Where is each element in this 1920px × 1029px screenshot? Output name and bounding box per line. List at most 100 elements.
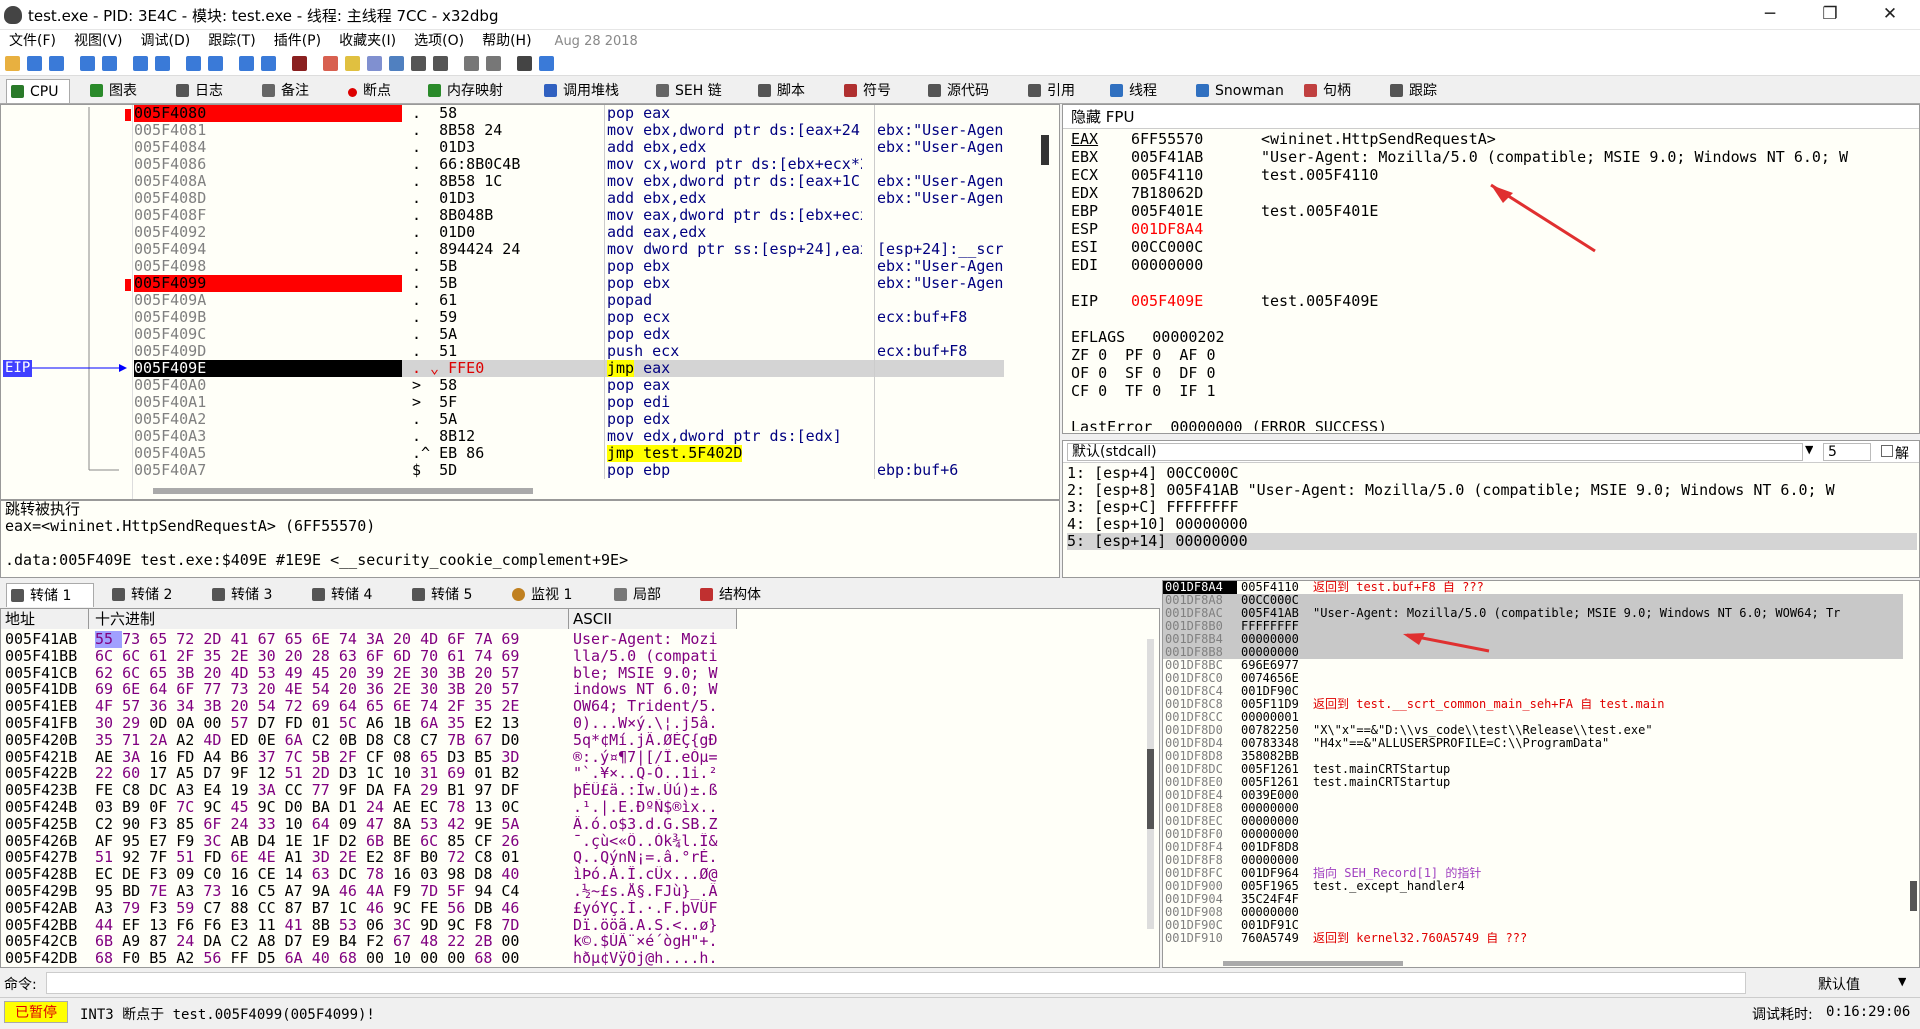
dump-row[interactable]: 005F427B 51 92 7F 51 FD 6E 4E A1 3D 2E E2… [1, 849, 741, 866]
dump-ascii[interactable]: Dï.ööã.A.S.<..ø} [573, 917, 718, 934]
disasm-row[interactable]: 005F4081 . 8B58 24 mov ebx,dword ptr ds:[e… [134, 122, 1004, 139]
disasm-row[interactable]: 005F4086 . 66:8B0C4B mov cx,word ptr ds:[e… [134, 156, 1004, 173]
stack-hscroll[interactable] [1223, 961, 1403, 966]
dump-row[interactable]: 005F42DB 68 F0 B5 A2 56 FF D5 6A 40 68 00… [1, 950, 741, 967]
dump-pane[interactable]: 地址 十六进制 ASCII 005F41AB 55 73 65 72 2D 41 … [0, 608, 1160, 968]
step-over-icon[interactable] [155, 56, 170, 71]
menu-help[interactable]: 帮助(H) [473, 30, 540, 52]
dump-ascii[interactable]: User-Agent: Mozi [573, 631, 718, 648]
chevron-down-icon[interactable]: ▼ [1898, 975, 1906, 988]
dump-hex[interactable]: 6C 6C 61 2F 35 2E 30 20 28 63 6F 6D 70 6… [95, 648, 519, 665]
tab-snowman[interactable]: Snowman [1192, 79, 1284, 103]
pause-icon[interactable] [102, 56, 117, 71]
dump-ascii[interactable]: ¯.çù<«Ô..Òk¾l.Ï& [573, 833, 718, 850]
run-to-user-code-icon[interactable] [261, 56, 276, 71]
arguments-pane[interactable]: 默认(stdcall) ▼ 5 解锁 1: [esp+4] 00CC000C2:… [1062, 440, 1920, 578]
dump-row[interactable]: 005F423B FE C8 DC A3 E4 19 3A CC 77 9F DA… [1, 782, 741, 799]
dump-hex[interactable]: 55 73 65 72 2D 41 67 65 6E 74 3A 20 4D 6… [95, 631, 519, 648]
disasm-row[interactable]: 005F408F . 8B048B mov eax,dword ptr ds:[eb… [134, 207, 1004, 224]
tab-struct[interactable]: 结构体 [696, 583, 761, 607]
stack-pane[interactable]: 001DF8A4 005F4110 返回到 test.buf+F8 自 ??? 001… [1162, 580, 1920, 968]
dump-row[interactable]: 005F426B AF 95 E7 F9 3C AB D4 1E 1F D2 6B… [1, 833, 741, 850]
comments-icon[interactable] [345, 56, 360, 71]
tab-seh-chain[interactable]: SEH 链 [652, 79, 722, 103]
dump-row[interactable]: 005F420B 35 71 2A A2 4D ED 0E 6A C2 0B D8… [1, 732, 741, 749]
dump-scrollbar[interactable] [1147, 639, 1154, 929]
tab-dump-2[interactable]: 转储 2 [108, 583, 172, 607]
disasm-row[interactable]: 005F40A5 .^ EB 86 jmp test.5F402D [134, 445, 1004, 462]
dump-row[interactable]: 005F421B AE 3A 16 FD A4 B6 37 7C 5B 2F CF… [1, 749, 741, 766]
tab-dump-3[interactable]: 转储 3 [208, 583, 272, 607]
tab-memory-map[interactable]: 内存映射 [424, 79, 503, 103]
tab-notes[interactable]: 备注 [258, 79, 309, 103]
dump-ascii[interactable]: ble; MSIE 9.0; W [573, 665, 718, 682]
disasm-row[interactable]: 005F4098 . 5B pop ebx ebx:"User-Agent: Mozi… [134, 258, 1004, 275]
dump-row[interactable]: 005F42AB A3 79 F3 59 C7 88 CC 87 B7 1C 46… [1, 900, 741, 917]
dump-ascii[interactable]: hðµ¢VÿÕj@h....h. [573, 950, 718, 967]
unlock-checkbox[interactable] [1881, 445, 1893, 457]
dump-header-ascii[interactable]: ASCII [569, 609, 737, 629]
tab-watch-1[interactable]: 监视 1 [508, 583, 572, 607]
open-icon[interactable] [5, 56, 20, 71]
calling-convention-select[interactable]: 默认(stdcall) [1067, 443, 1803, 461]
dump-ascii[interactable]: k©.$ÚÂ¨×é´ògH"+. [573, 933, 718, 950]
dump-hex[interactable]: 22 60 17 A5 D7 9F 12 51 2D D3 1C 10 31 6… [95, 765, 519, 782]
tab-threads[interactable]: 线程 [1106, 79, 1157, 103]
dump-hex[interactable]: FE C8 DC A3 E4 19 3A CC 77 9F DA FA 29 B… [95, 782, 519, 799]
registers-pane[interactable]: 隐藏 FPU EAX 6FF55570 <wininet.HttpSendReque… [1062, 104, 1920, 434]
argument-row[interactable]: 5: [esp+14] 00000000 [1067, 533, 1917, 550]
dump-hex[interactable]: 03 B9 0F 7C 9C 45 9C D0 BA D1 24 AE EC 7… [95, 799, 519, 816]
tab-cpu[interactable]: CPU [6, 79, 70, 103]
dump-hex[interactable]: C2 90 F3 85 6F 24 33 10 64 09 47 8A 53 4… [95, 816, 519, 833]
dump-ascii[interactable]: £yóYÇ.Ì.·.F.þVÛF [573, 900, 718, 917]
dump-hex[interactable]: 69 6E 64 6F 77 73 20 4E 54 20 36 2E 30 3… [95, 681, 519, 698]
dump-ascii[interactable]: Q..QýnN¡=.â.°rÈ. [573, 849, 718, 866]
menu-file[interactable]: 文件(F) [0, 30, 65, 52]
dump-ascii[interactable]: 5q*¢Mí.jÂ.ØÈÇ{gÐ [573, 732, 718, 749]
disasm-row[interactable]: 005F40A0 > 58 pop eax [134, 377, 1004, 394]
disasm-row[interactable]: 005F409E . ⌄ FFE0 jmp eax [134, 360, 1004, 377]
disasm-row[interactable]: 005F409D . 51 push ecx ecx:buf+F8 [134, 343, 1004, 360]
disasm-row[interactable]: 005F4099 . 5B pop ebx ebx:"User-Agent: Mozi… [134, 275, 1004, 292]
menu-plugins[interactable]: 插件(P) [265, 30, 330, 52]
dump-header-hex[interactable]: 十六进制 [89, 609, 569, 629]
run-icon[interactable] [80, 56, 95, 71]
dump-ascii[interactable]: 0)...W×ý.\¦.j5â. [573, 715, 718, 732]
menu-trace[interactable]: 跟踪(T) [199, 30, 264, 52]
maximize-button[interactable]: ❐ [1800, 0, 1860, 29]
dump-ascii[interactable]: .¹.|.E.ÐºÑ$®ìx.. [573, 799, 718, 816]
dump-ascii[interactable]: .½~£s.Å§.FJù}_.Ä [573, 883, 718, 900]
dump-hex[interactable]: 95 BD 7E A3 73 16 C5 A7 9A 46 4A F9 7D 5… [95, 883, 519, 900]
dump-hex[interactable]: 30 29 0D 0A 00 57 D7 FD 01 5C A6 1B 6A 3… [95, 715, 519, 732]
arg-count-spinbox[interactable]: 5 [1823, 443, 1871, 461]
disasm-row[interactable]: 005F40A7 $ 5D pop ebp ebp:buf+6 [134, 462, 1004, 479]
disasm-row[interactable]: 005F4080 . 58 pop eax [134, 105, 1004, 122]
dump-row[interactable]: 005F424B 03 B9 0F 7C 9C 45 9C D0 BA D1 24… [1, 799, 741, 816]
argument-row[interactable]: 2: [esp+8] 005F41AB "User-Agent: Mozilla… [1067, 482, 1917, 499]
scylla-icon[interactable] [292, 56, 307, 71]
disasm-hscroll[interactable] [153, 488, 533, 494]
trace-into-icon[interactable] [186, 56, 201, 71]
dump-ascii[interactable]: ®:.ý¤¶7|[/Ï.eÓµ= [573, 749, 718, 766]
disasm-row[interactable]: 005F40A2 . 5A pop edx [134, 411, 1004, 428]
tab-dump-4[interactable]: 转储 4 [308, 583, 372, 607]
hash-icon[interactable] [433, 56, 448, 71]
tab-breakpoints[interactable]: 断点 [344, 79, 391, 103]
tab-graph[interactable]: 图表 [86, 79, 137, 103]
dump-row[interactable]: 005F428B EC DE F3 09 C0 16 CE 14 63 DC 78… [1, 866, 741, 883]
menu-view[interactable]: 视图(V) [65, 30, 132, 52]
dump-row[interactable]: 005F42BB 44 EF 13 F6 F6 E3 11 41 8B 53 06… [1, 917, 741, 934]
disassembly-pane[interactable]: EIP 005F4080 . 58 pop eax 005F4081 . 8B58 24… [0, 104, 1060, 500]
dump-row[interactable]: 005F41BB 6C 6C 61 2F 35 2E 30 20 28 63 6F… [1, 648, 741, 665]
tab-call-stack[interactable]: 调用堆栈 [540, 79, 619, 103]
dump-row[interactable]: 005F41EB 4F 57 36 34 3B 20 54 72 69 64 65… [1, 698, 741, 715]
dump-row[interactable]: 005F425B C2 90 F3 85 6F 24 33 10 64 09 47… [1, 816, 741, 833]
disasm-row[interactable]: 005F40A3 . 8B12 mov edx,dword ptr ds:[edx] [134, 428, 1004, 445]
tab-script[interactable]: 脚本 [754, 79, 805, 103]
argument-row[interactable]: 4: [esp+10] 00000000 [1067, 516, 1917, 533]
disasm-row[interactable]: 005F4092 . 01D0 add eax,edx [134, 224, 1004, 241]
dump-row[interactable]: 005F429B 95 BD 7E A3 73 16 C5 A7 9A 46 4A… [1, 883, 741, 900]
disasm-row[interactable]: 005F40A1 > 5F pop edi [134, 394, 1004, 411]
dump-hex[interactable]: 6B A9 87 24 DA C2 A8 D7 E9 B4 F2 67 48 2… [95, 933, 519, 950]
registers-hscroll[interactable] [1563, 433, 1843, 434]
